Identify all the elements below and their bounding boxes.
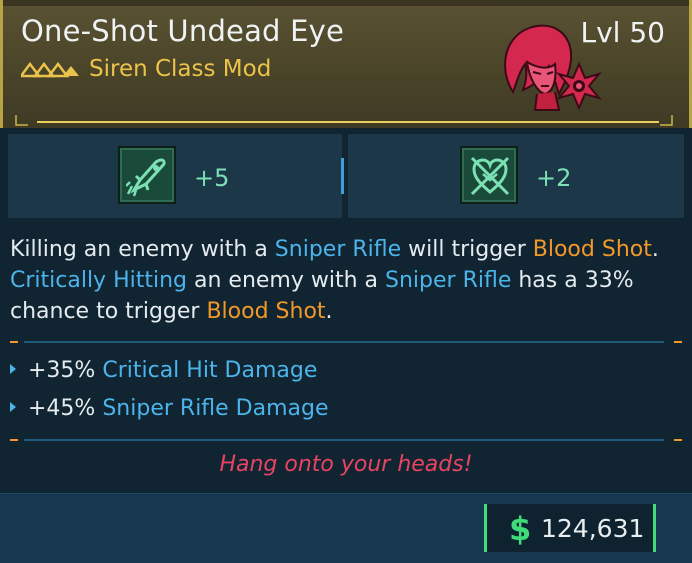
stat-bonus-name: Critical Hit Damage xyxy=(102,358,318,383)
separator-tick-left xyxy=(10,341,18,343)
stat-bonus-amount: +35% xyxy=(28,358,96,383)
item-description: Killing an enemy with a Sniper Rifle wil… xyxy=(10,234,686,327)
skill-divider xyxy=(341,158,344,194)
stat-bonus-2: +45% Sniper Rifle Damage xyxy=(10,396,329,421)
currency-dollar-icon: $ xyxy=(509,510,532,548)
rocket-skill-icon xyxy=(118,146,176,204)
desc-keyword-weapon: Sniper Rifle xyxy=(385,268,512,293)
separator-tick-left xyxy=(10,439,18,441)
item-price: 124,631 xyxy=(541,514,645,543)
skill-bonus-2: +2 xyxy=(348,134,684,218)
item-footer: $ 124,631 xyxy=(0,493,692,563)
rarity-chevrons-icon xyxy=(18,61,79,82)
item-name: One-Shot Undead Eye xyxy=(21,14,345,48)
header-shadow xyxy=(3,0,689,6)
desc-keyword-weapon: Sniper Rifle xyxy=(274,237,402,262)
flavor-text: Hang onto your heads! xyxy=(219,452,473,477)
desc-keyword-skill: Blood Shot xyxy=(532,237,652,262)
bullet-arrow-icon xyxy=(10,364,16,374)
siren-portrait-icon xyxy=(493,20,608,119)
item-type: Siren Class Mod xyxy=(89,56,272,82)
desc-text: . xyxy=(651,237,659,262)
header-rule xyxy=(37,121,659,123)
bullet-arrow-icon xyxy=(10,402,16,412)
desc-text: will trigger xyxy=(401,237,533,262)
skill-bonus-2-value: +2 xyxy=(536,164,572,192)
stat-bonus-1: +35% Critical Hit Damage xyxy=(10,358,317,383)
stat-bonus-amount: +45% xyxy=(28,396,96,421)
stat-bonus-name: Sniper Rifle Damage xyxy=(102,396,329,421)
item-header: One-Shot Undead Eye Siren Class Mod Lvl … xyxy=(0,0,692,128)
skill-bonus-row: +5 +2 xyxy=(0,128,692,220)
separator-line xyxy=(24,341,664,343)
item-card: One-Shot Undead Eye Siren Class Mod Lvl … xyxy=(0,0,692,563)
separator-tick-right xyxy=(674,439,682,441)
skill-bonus-1: +5 xyxy=(8,134,342,218)
separator-tick-right xyxy=(674,341,682,343)
heart-crossed-skill-icon xyxy=(460,146,518,204)
separator-line xyxy=(24,439,664,441)
price-box: $ 124,631 xyxy=(484,504,656,552)
desc-keyword-action: Critically Hitting xyxy=(10,268,187,293)
skill-bonus-1-value: +5 xyxy=(194,164,230,192)
desc-text: Killing an enemy with a xyxy=(10,237,275,262)
desc-text: an enemy with a xyxy=(187,268,386,293)
desc-text: . xyxy=(325,299,333,324)
desc-keyword-skill: Blood Shot xyxy=(206,299,326,324)
